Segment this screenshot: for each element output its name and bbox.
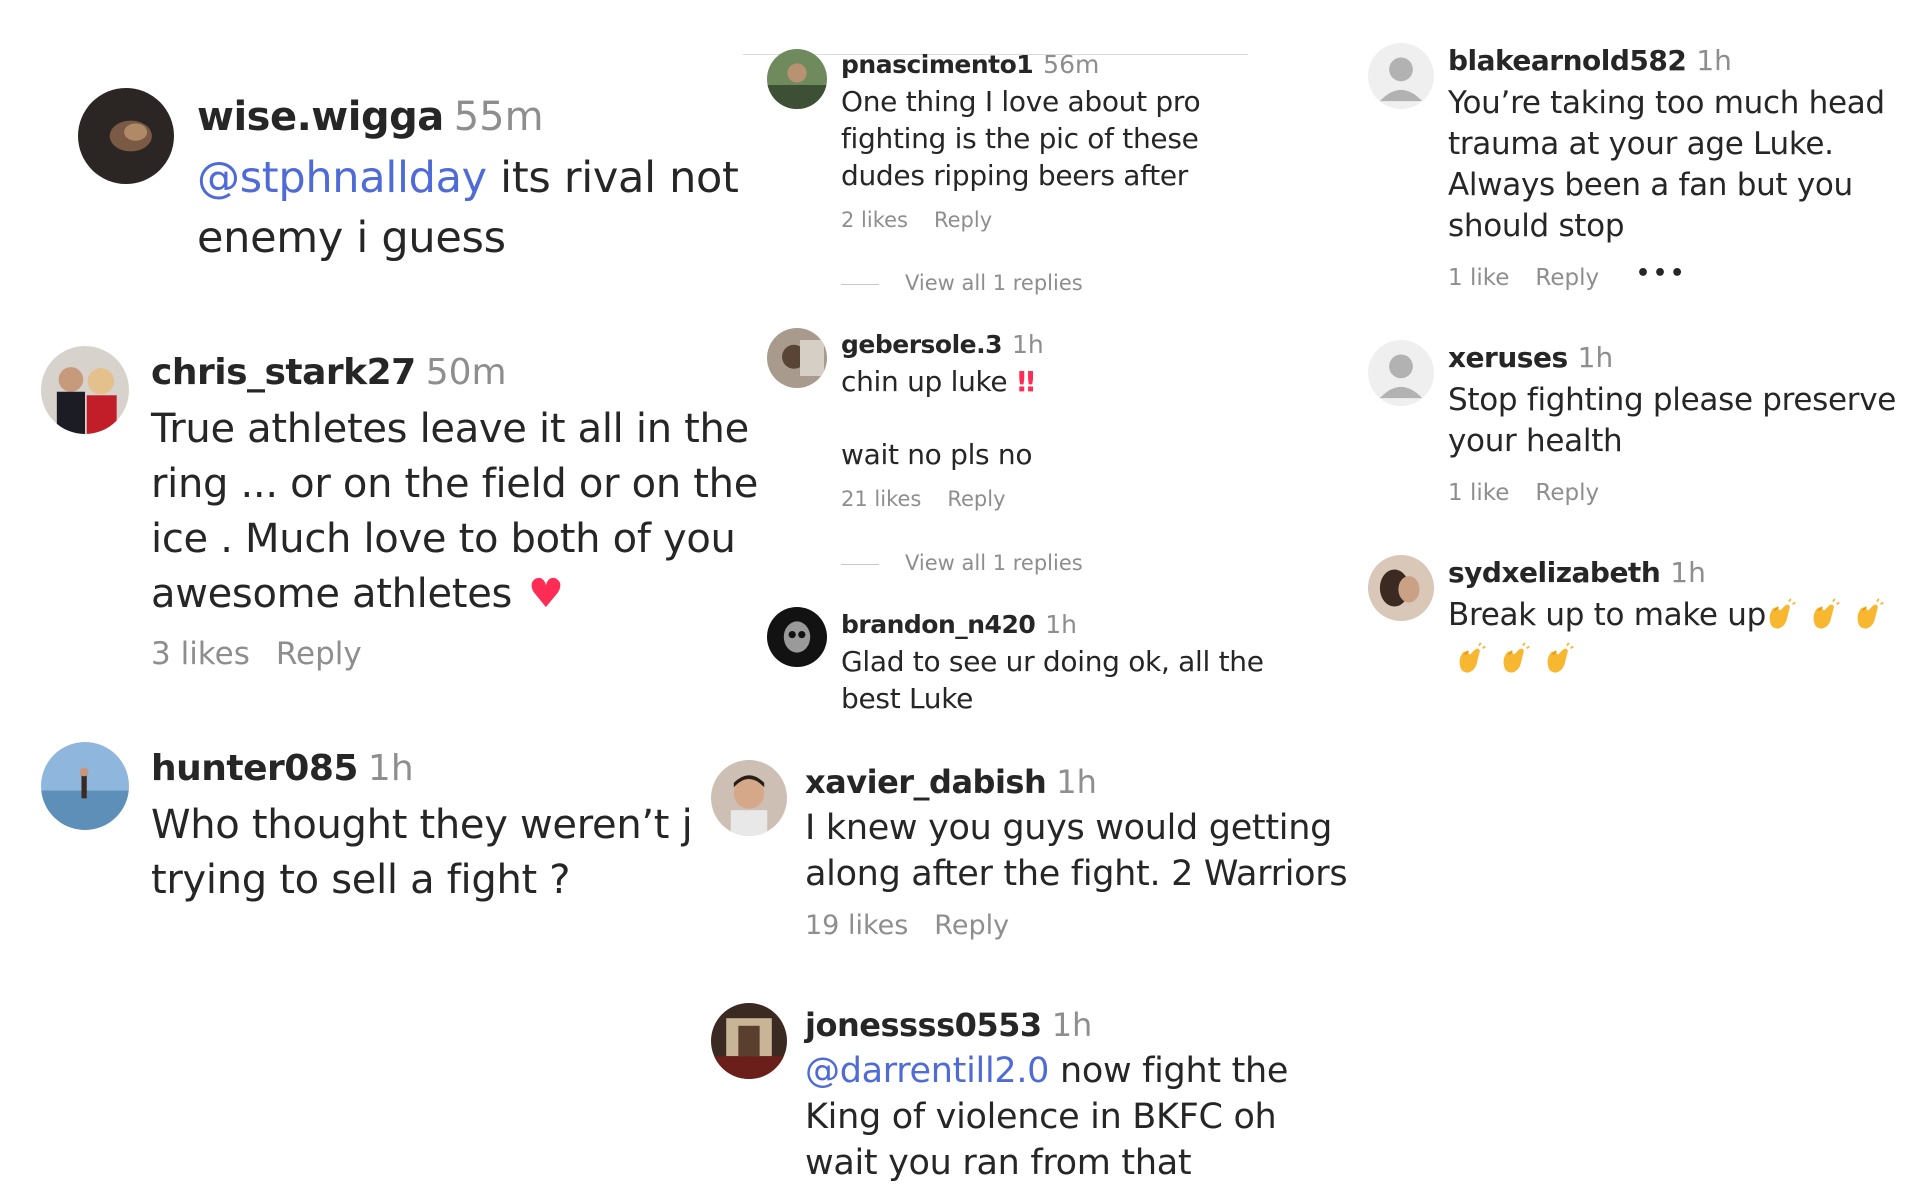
comment: sydxelizabeth 1h Break up to make up (1448, 555, 1766, 636)
username[interactable]: chris_stark27 (151, 352, 416, 393)
avatar[interactable] (41, 742, 129, 830)
avatar[interactable] (41, 346, 129, 434)
username[interactable]: jonessss0553 (805, 1006, 1042, 1044)
comment: jonessss0553 1h @darrentill2.0 now fight … (805, 1004, 1288, 1186)
reply-button[interactable]: Reply (1535, 265, 1599, 291)
clapping-hands-icon (1452, 642, 1488, 678)
comment: gebersole.3 1h chin up luke ‼ wait no pls … (841, 329, 1044, 513)
avatar[interactable] (711, 760, 787, 836)
divider (841, 563, 879, 565)
view-replies-button[interactable]: View all 1 replies (841, 269, 1083, 297)
clapping-hands-icon (1806, 598, 1842, 634)
avatar[interactable] (767, 328, 827, 388)
timestamp: 1h (1056, 763, 1097, 801)
likes-count[interactable]: 21 likes (841, 487, 921, 511)
username[interactable]: gebersole.3 (841, 330, 1003, 359)
avatar[interactable] (1368, 43, 1434, 109)
comment: chris_stark27 50m True athletes leave it … (151, 350, 758, 674)
heart-emoji: ♥ (528, 571, 564, 617)
timestamp: 1h (1051, 1006, 1093, 1044)
clapping-hands-icon (1496, 642, 1532, 678)
view-replies-label[interactable]: View all 1 replies (905, 551, 1083, 575)
username[interactable]: sydxelizabeth (1448, 556, 1661, 589)
timestamp: 1h (1012, 330, 1044, 359)
username[interactable]: wise.wigga (197, 94, 444, 140)
comment: blakearnold582 1h You’re taking too much … (1448, 43, 1885, 293)
timestamp: 1h (1696, 44, 1732, 77)
timestamp: 56m (1043, 50, 1100, 79)
comment-text: Break up to make up (1448, 597, 1766, 633)
more-options-icon[interactable]: ••• (1636, 261, 1687, 287)
timestamp: 1h (367, 748, 414, 789)
timestamp: 50m (425, 352, 507, 393)
timestamp: 1h (1577, 341, 1614, 374)
username[interactable]: hunter085 (151, 748, 358, 789)
likes-count[interactable]: 3 likes (151, 636, 250, 672)
avatar[interactable] (78, 88, 174, 184)
timestamp: 55m (453, 94, 544, 140)
comment-text: Glad to see ur doing ok, all the best Lu… (841, 645, 1264, 715)
exclamation-emoji: ‼ (1017, 365, 1035, 398)
timestamp: 1h (1045, 610, 1078, 639)
likes-count[interactable]: 2 likes (841, 208, 908, 232)
reply-button[interactable]: Reply (1535, 480, 1599, 506)
avatar[interactable] (767, 49, 827, 109)
mention-link[interactable]: @darrentill2.0 (805, 1051, 1049, 1091)
comment-text: One thing I love about pro fighting is t… (841, 85, 1201, 192)
clapping-hands-icon (1540, 642, 1576, 678)
comment-text: Stop fighting please preserve your healt… (1448, 382, 1897, 459)
reply-button[interactable]: Reply (934, 208, 992, 232)
likes-count[interactable]: 1 like (1448, 265, 1509, 291)
avatar[interactable] (1368, 340, 1434, 406)
comment: pnascimento1 56m One thing I love about p… (841, 49, 1201, 234)
comment: wise.wigga 55m @stphnallday its rival not… (197, 92, 739, 268)
comment-text: I knew you guys would getting along afte… (805, 808, 1348, 894)
comment-text: chin up luke (841, 365, 1008, 398)
comment: xeruses 1h Stop fighting please preserve … (1448, 340, 1896, 508)
view-replies-button[interactable]: View all 1 replies (841, 549, 1083, 577)
mention-link[interactable]: @stphnallday (197, 153, 487, 203)
reply-button[interactable]: Reply (934, 910, 1009, 941)
username[interactable]: xavier_dabish (805, 763, 1047, 801)
comment: hunter085 1h Who thought they weren’t j t… (151, 746, 693, 908)
username[interactable]: brandon_n420 (841, 610, 1036, 639)
reply-button[interactable]: Reply (276, 636, 362, 672)
likes-count[interactable]: 19 likes (805, 910, 908, 941)
comment-text: True athletes leave it all in the ring .… (151, 406, 759, 617)
reply-button[interactable]: Reply (947, 487, 1005, 511)
avatar[interactable] (767, 607, 827, 667)
comment-text: Who thought they weren’t j trying to sel… (151, 802, 693, 903)
comment-text: You’re taking too much head trauma at yo… (1448, 85, 1885, 244)
comment-text: wait no pls no (841, 438, 1033, 471)
comment: brandon_n420 1h Glad to see ur doing ok, … (841, 609, 1264, 717)
avatar[interactable] (1368, 555, 1434, 621)
view-replies-label[interactable]: View all 1 replies (905, 271, 1083, 295)
username[interactable]: blakearnold582 (1448, 44, 1687, 77)
timestamp: 1h (1670, 556, 1706, 589)
clapping-hands-icon (1762, 598, 1798, 634)
likes-count[interactable]: 1 like (1448, 480, 1509, 506)
clapping-hands-icon (1850, 598, 1886, 634)
username[interactable]: pnascimento1 (841, 50, 1034, 79)
comment: xavier_dabish 1h I knew you guys would ge… (805, 761, 1348, 943)
username[interactable]: xeruses (1448, 341, 1568, 374)
avatar[interactable] (711, 1003, 787, 1079)
divider (841, 283, 879, 285)
